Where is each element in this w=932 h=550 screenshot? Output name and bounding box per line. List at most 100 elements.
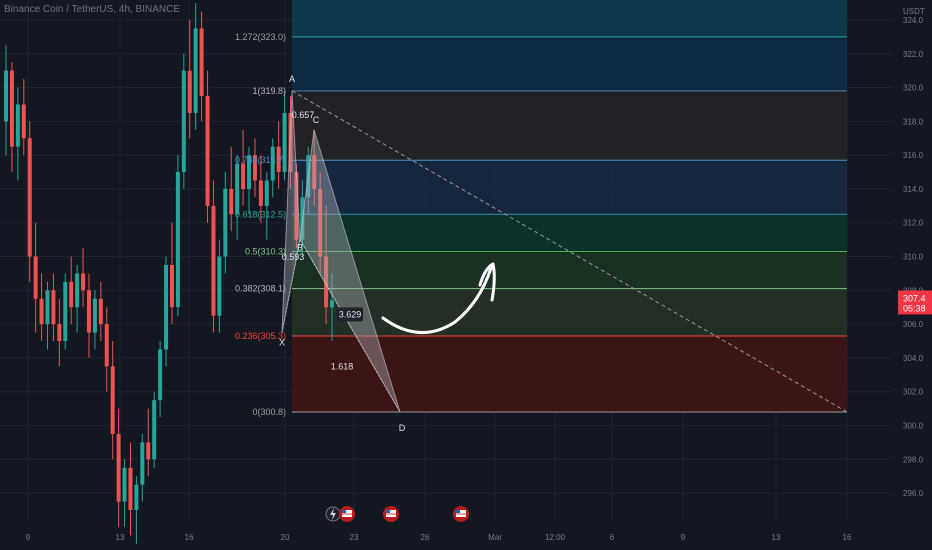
candle	[181, 53, 186, 189]
candle-body	[223, 188, 228, 257]
flag-canton	[386, 510, 390, 513]
flag-icon[interactable]	[339, 506, 355, 522]
candle-body	[98, 298, 103, 325]
price-tick: 314.0	[903, 185, 924, 194]
candle-body	[258, 180, 263, 206]
candle-body	[264, 180, 269, 206]
candle-body	[15, 104, 20, 147]
time-tick: 13	[116, 533, 125, 542]
flag-canton	[342, 510, 346, 513]
price-tick: 310.0	[903, 253, 924, 262]
symbol-title: Binance Coin / TetherUS, 4h, BINANCE	[4, 4, 181, 15]
candle-body	[86, 290, 91, 333]
fib-zone	[292, 251, 847, 289]
harmonic-ratio-label: 1.618	[331, 362, 354, 372]
candle	[63, 273, 68, 350]
harmonic-ratio-label: 0.593	[282, 252, 305, 262]
time-tick: 9	[26, 533, 31, 542]
harmonic-point-label: D	[399, 423, 406, 433]
time-tick: 13	[772, 533, 781, 542]
time-tick: 16	[185, 533, 194, 542]
candle-body	[92, 298, 97, 333]
candle-body	[140, 442, 145, 485]
candle-body	[152, 400, 157, 460]
price-tick: 300.0	[903, 422, 924, 431]
fib-zone	[292, 288, 847, 336]
harmonic-point-label: A	[289, 74, 295, 84]
fib-zone	[292, 0, 847, 37]
candle-body	[57, 324, 62, 342]
fib-level-label: 1.272(323.0)	[235, 32, 286, 42]
candle-body	[51, 290, 56, 325]
candle-body	[27, 138, 32, 257]
flag-icon[interactable]	[453, 506, 469, 522]
bar-countdown: 05:38	[903, 303, 926, 313]
candle-body	[146, 442, 151, 460]
time-tick: Mar	[488, 533, 502, 542]
time-tick: 20	[281, 533, 290, 542]
price-chart[interactable]: 1.272(323.0) 1(319.8) 0.786(315.7) 0.618(31…	[0, 0, 932, 550]
candle-body	[193, 28, 198, 113]
flag-icon[interactable]	[383, 506, 399, 522]
candle-body	[128, 467, 133, 510]
candle-body	[181, 70, 186, 173]
price-tick: 316.0	[903, 151, 924, 160]
fib-level-label: 0.382(308.1)	[235, 284, 286, 294]
harmonic-ratio-label: 0.657	[292, 110, 315, 120]
fib-zone	[292, 214, 847, 252]
fib-zone	[292, 160, 847, 215]
candle-body	[199, 28, 204, 97]
candle-body	[9, 70, 14, 147]
price-tick: 322.0	[903, 50, 924, 59]
time-tick: 9	[681, 533, 686, 542]
candle-body	[75, 273, 80, 308]
price-tick: 318.0	[903, 117, 924, 126]
fib-level-label: 0.786(315.7)	[235, 155, 286, 165]
time-tick: 12:00	[545, 533, 566, 542]
chart-container[interactable]: 1.272(323.0) 1(319.8) 0.786(315.7) 0.618(31…	[0, 0, 932, 550]
time-tick: 16	[843, 533, 852, 542]
time-tick: 23	[350, 533, 359, 542]
candle-body	[63, 281, 68, 342]
candle-body	[39, 298, 44, 325]
currency-label: USDT	[903, 7, 925, 16]
fib-level-label: 0.5(310.3)	[245, 246, 286, 256]
price-tick: 312.0	[903, 219, 924, 228]
price-tick: 306.0	[903, 320, 924, 329]
candle-body	[116, 433, 121, 502]
candle-body	[33, 256, 38, 299]
candle-body	[104, 324, 109, 367]
candle-body	[164, 264, 169, 350]
candle-body	[169, 264, 174, 308]
candle-body	[235, 163, 240, 215]
fib-level-label: 1(319.8)	[252, 86, 286, 96]
time-tick: 26	[421, 533, 430, 542]
fib-level-label: 0(300.8)	[252, 407, 286, 417]
candle-body	[187, 70, 192, 113]
candle	[175, 155, 180, 316]
candle-body	[241, 163, 246, 189]
candle-body	[217, 256, 222, 316]
harmonic-point-label: X	[279, 338, 285, 348]
candle-body	[21, 104, 26, 139]
candle-body	[158, 349, 163, 401]
candle-body	[205, 96, 210, 206]
candle-body	[330, 300, 334, 308]
price-axis-bg	[893, 0, 932, 550]
lightning-icon[interactable]	[325, 506, 341, 522]
fib-level-label: 0.618(312.5)	[235, 209, 286, 219]
candle-body	[175, 172, 180, 308]
price-tick: 304.0	[903, 354, 924, 363]
harmonic-ratio-label: 3.629	[339, 309, 362, 319]
candle	[152, 391, 157, 468]
candle-body	[4, 70, 8, 122]
current-price: 307.4	[903, 293, 926, 303]
fib-zone	[292, 90, 847, 161]
candle-body	[211, 205, 216, 316]
price-tick: 296.0	[903, 489, 924, 498]
price-tick: 320.0	[903, 84, 924, 93]
price-tick: 298.0	[903, 455, 924, 464]
price-tick: 302.0	[903, 388, 924, 397]
time-tick: 6	[610, 533, 615, 542]
candle-body	[110, 366, 115, 434]
